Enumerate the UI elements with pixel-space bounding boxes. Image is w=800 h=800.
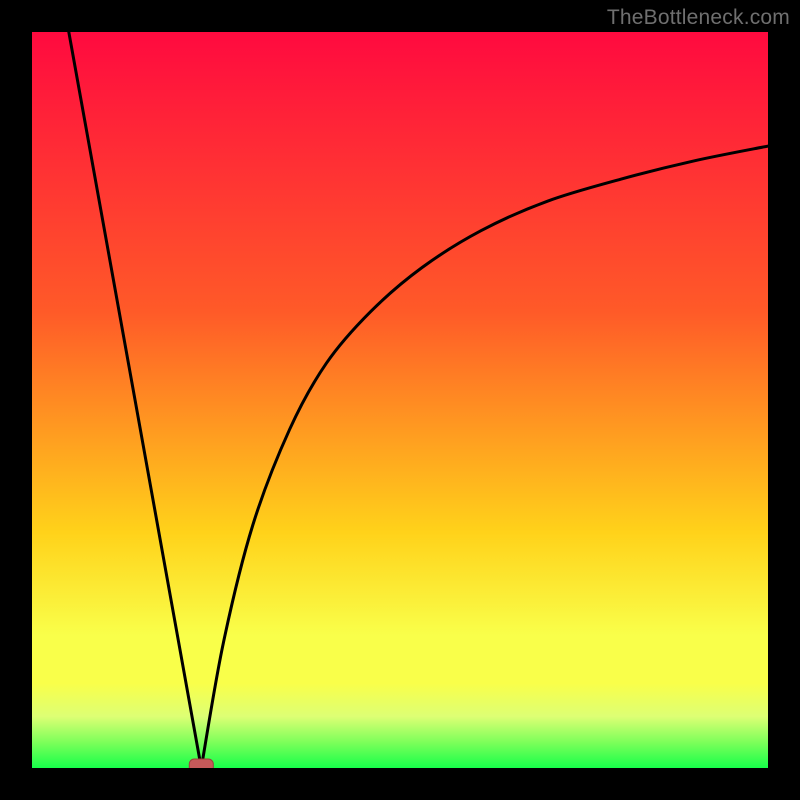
attribution-text: TheBottleneck.com: [607, 6, 790, 30]
gradient-background: [32, 32, 768, 768]
chart-frame: [32, 32, 768, 768]
optimal-marker: [189, 759, 213, 768]
chart-svg: [32, 32, 768, 768]
bottleneck-curve-chart: [32, 32, 768, 768]
